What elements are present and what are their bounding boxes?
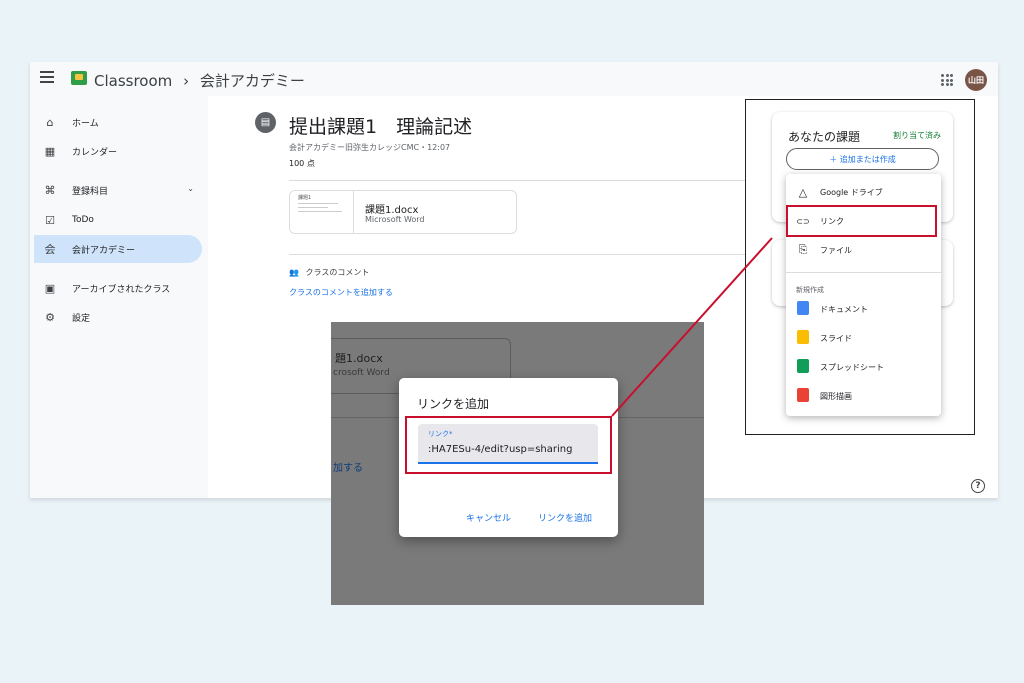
menu-item-label: スライド <box>820 333 852 343</box>
menu-item-docs[interactable]: ドキュメント <box>786 295 941 323</box>
chevron-down-icon[interactable]: ⌄ <box>187 184 194 193</box>
sidebar-item-label: ホーム <box>72 118 99 129</box>
attachment-name: 課題1.docx <box>365 205 419 216</box>
menu-item-label: 図形描画 <box>820 391 852 401</box>
sidebar-item-label: カレンダー <box>72 147 118 158</box>
assignment-meta: 会計アカデミー旧弥生カレッジCMC・12:07 <box>289 143 451 152</box>
app-name[interactable]: Classroom <box>94 72 172 90</box>
breadcrumb-separator-icon: › <box>183 72 190 90</box>
menu-item-label: ファイル <box>820 245 852 255</box>
sidebar-item-enrolled[interactable]: ⌘ 登録科目 ⌄ <box>34 176 202 204</box>
menu-item-google-drive[interactable]: △ Google ドライブ <box>786 178 941 206</box>
google-drive-icon: △ <box>798 185 808 199</box>
sidebar: ⌂ ホーム ▦ カレンダー ⌘ 登録科目 ⌄ ☑ ToDo 会 会計アカデミー … <box>30 96 208 498</box>
sidebar-item-home[interactable]: ⌂ ホーム <box>34 108 202 136</box>
sidebar-item-class[interactable]: 会 会計アカデミー <box>34 235 202 263</box>
attachment-type: Microsoft Word <box>365 215 425 224</box>
classroom-logo-icon <box>71 71 87 85</box>
class-comments-label: クラスのコメント <box>305 268 370 277</box>
apps-grid-icon[interactable] <box>941 74 953 86</box>
sidebar-item-label: 会計アカデミー <box>72 245 136 256</box>
dimmed-attachment-type: crosoft Word <box>333 368 390 378</box>
attachment-card[interactable]: 課題1 課題1.docx Microsoft Word <box>289 190 517 234</box>
paperclip-icon: ⎘ <box>798 243 808 256</box>
assignment-points: 100 点 <box>289 159 315 168</box>
sidebar-item-label: 設定 <box>72 313 91 324</box>
class-comments-header: 👥 クラスのコメント <box>289 267 369 278</box>
sidebar-item-todo[interactable]: ☑ ToDo <box>34 206 202 234</box>
top-app-bar: Classroom › 会計アカデミー 山田 <box>30 62 998 96</box>
your-work-title: あなたの課題 <box>788 130 861 144</box>
menu-item-label: Google ドライブ <box>820 187 883 197</box>
page-title: 提出課題1 理論記述 <box>289 116 473 138</box>
graduation-cap-icon: ⌘ <box>44 183 56 197</box>
menu-item-sheets[interactable]: スプレッドシート <box>786 353 941 381</box>
calendar-icon: ▦ <box>44 144 56 158</box>
breadcrumb: Classroom › 会計アカデミー <box>94 70 305 91</box>
dimmed-attachment-name: 題1.docx <box>335 352 383 365</box>
divider <box>289 180 759 181</box>
people-icon: 👥 <box>289 268 299 277</box>
highlight-box-link-field <box>405 416 612 474</box>
breadcrumb-class-name[interactable]: 会計アカデミー <box>200 72 305 90</box>
avatar[interactable]: 山田 <box>965 69 987 91</box>
divider <box>289 254 759 255</box>
gear-icon: ⚙ <box>45 310 55 324</box>
sheets-icon <box>796 358 810 376</box>
todo-icon: ☑ <box>45 213 55 227</box>
menu-item-label: スプレッドシート <box>820 362 884 372</box>
create-new-section-label: 新規作成 <box>796 286 824 294</box>
sidebar-item-calendar[interactable]: ▦ カレンダー <box>34 137 202 165</box>
add-or-create-button[interactable]: ＋ 追加または作成 <box>786 148 939 170</box>
class-avatar-icon: 会 <box>44 243 56 256</box>
sidebar-item-archived[interactable]: ▣ アーカイブされたクラス <box>34 274 202 302</box>
menu-item-slides[interactable]: スライド <box>786 324 941 352</box>
your-work-zoom-panel: あなたの課題 割り当て済み ＋ 追加または作成 △ Google ドライブ ⊂⊃… <box>745 99 975 435</box>
cancel-button[interactable]: キャンセル <box>466 511 511 524</box>
sidebar-item-settings[interactable]: ⚙ 設定 <box>34 303 202 331</box>
add-class-comment-link[interactable]: クラスのコメントを追加する <box>289 287 393 298</box>
menu-item-file[interactable]: ⎘ ファイル <box>786 236 941 264</box>
help-icon[interactable]: ? <box>971 479 985 493</box>
menu-item-label: ドキュメント <box>820 304 868 314</box>
archive-icon: ▣ <box>44 281 56 295</box>
docs-icon <box>796 300 810 318</box>
highlight-box-link <box>786 205 937 237</box>
home-icon: ⌂ <box>46 115 54 129</box>
document-thumbnail: 課題1 <box>290 191 354 233</box>
thumbnail-label: 課題1 <box>298 195 312 201</box>
add-link-button[interactable]: リンクを追加 <box>538 511 592 524</box>
drawings-icon <box>796 387 810 405</box>
menu-item-drawings[interactable]: 図形描画 <box>786 382 941 410</box>
menu-divider <box>786 272 941 273</box>
sidebar-item-label: ToDo <box>72 215 94 225</box>
assignment-icon: ▤ <box>255 112 276 133</box>
hamburger-menu-icon[interactable] <box>40 71 54 83</box>
dimmed-comment-link: 加する <box>333 463 363 474</box>
dialog-title: リンクを追加 <box>417 397 490 411</box>
sidebar-item-label: アーカイブされたクラス <box>72 284 171 295</box>
slides-icon <box>796 329 810 347</box>
sidebar-item-label: 登録科目 <box>72 186 109 197</box>
status-badge: 割り当て済み <box>893 131 941 140</box>
